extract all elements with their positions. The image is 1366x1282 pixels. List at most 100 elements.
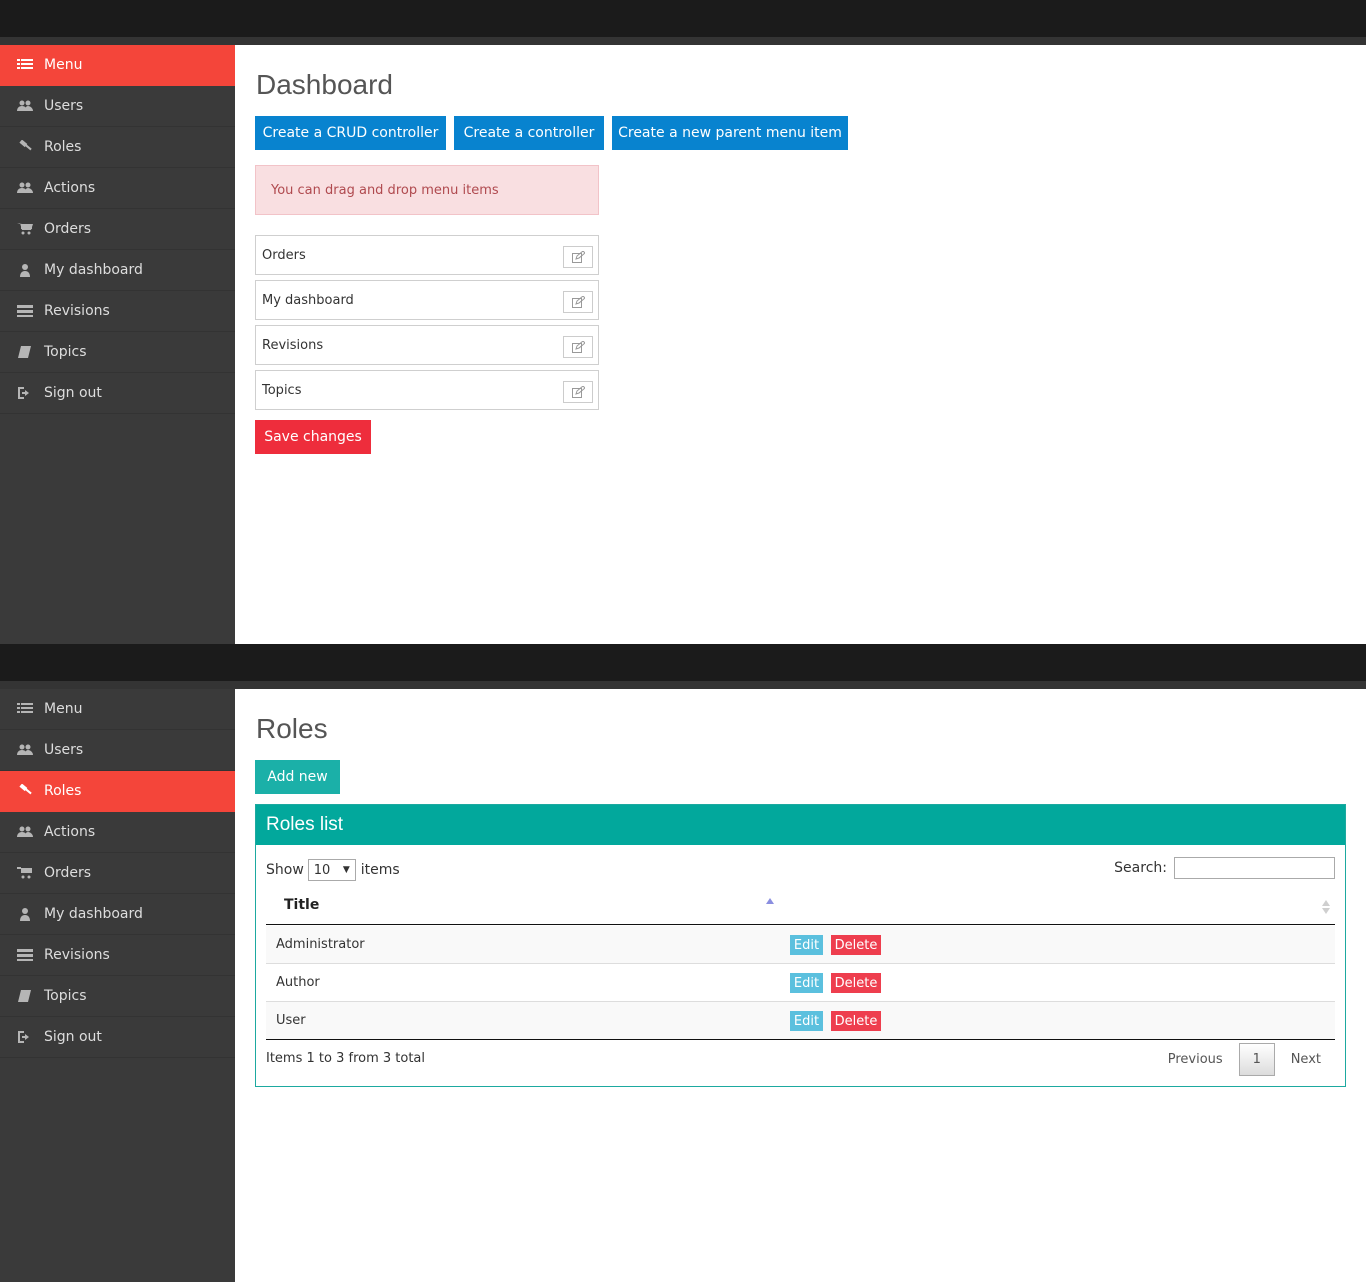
menu-item-topics[interactable]: Topics xyxy=(255,370,599,410)
column-title-header[interactable]: Title xyxy=(284,897,319,913)
delete-button[interactable]: Delete xyxy=(831,1011,881,1031)
list-icon xyxy=(16,57,34,73)
dashboard-screen: Menu Users Roles Actions Orders My dashb… xyxy=(0,0,1366,644)
menu-item-orders[interactable]: Orders xyxy=(255,235,599,275)
sidebar-item-orders[interactable]: Orders xyxy=(0,209,235,250)
sidebar-item-label: Orders xyxy=(44,865,92,881)
sidebar-item-revisions[interactable]: Revisions xyxy=(0,935,235,976)
add-new-button[interactable]: Add new xyxy=(255,760,340,794)
sidebar-item-label: My dashboard xyxy=(44,262,143,278)
sidebar-item-label: Users xyxy=(44,98,84,114)
save-changes-button[interactable]: Save changes xyxy=(255,420,371,454)
sort-ascending-icon[interactable] xyxy=(766,898,774,904)
sidebar-item-sign-out[interactable]: Sign out xyxy=(0,1017,235,1058)
main-content: Dashboard Create a CRUD controller Creat… xyxy=(235,45,1366,644)
user-icon xyxy=(16,262,34,278)
gavel-icon xyxy=(16,783,34,799)
table-footer-divider xyxy=(266,1039,1335,1040)
sidebar-item-label: Topics xyxy=(44,988,87,1004)
tasks-icon xyxy=(16,947,34,963)
menu-item-label: Topics xyxy=(262,382,302,398)
sidebar-item-actions[interactable]: Actions xyxy=(0,168,235,209)
users-icon xyxy=(16,742,34,758)
caret-down-icon: ▼ xyxy=(342,865,350,875)
page-length-value: 10 xyxy=(313,862,331,878)
roles-screen: Menu Users Roles Actions Orders My dashb… xyxy=(0,644,1366,1282)
edit-button[interactable]: Edit xyxy=(790,973,823,993)
page-length-control: Show 10 ▼ items xyxy=(266,859,400,881)
delete-button[interactable]: Delete xyxy=(831,935,881,955)
role-title: User xyxy=(276,1013,306,1028)
sidebar-item-label: Menu xyxy=(44,701,83,717)
search-label: Search: xyxy=(1114,860,1167,876)
sidebar-item-label: Menu xyxy=(44,57,83,73)
menu-item-revisions[interactable]: Revisions xyxy=(255,325,599,365)
users-icon xyxy=(16,98,34,114)
sidebar-item-users[interactable]: Users xyxy=(0,730,235,771)
previous-page-button[interactable]: Previous xyxy=(1152,1052,1239,1067)
create-crud-controller-button[interactable]: Create a CRUD controller xyxy=(255,116,446,150)
page-title: Roles xyxy=(256,713,328,744)
next-page-button[interactable]: Next xyxy=(1275,1052,1335,1067)
sidebar: Menu Users Roles Actions Orders My dashb… xyxy=(0,689,235,1282)
sidebar-item-my-dashboard[interactable]: My dashboard xyxy=(0,894,235,935)
create-parent-menu-item-button[interactable]: Create a new parent menu item xyxy=(612,116,848,150)
sidebar-item-menu[interactable]: Menu xyxy=(0,689,235,730)
user-icon xyxy=(16,906,34,922)
create-controller-button[interactable]: Create a controller xyxy=(454,116,604,150)
sidebar-item-label: Users xyxy=(44,742,84,758)
search-control: Search: xyxy=(1114,857,1335,879)
sidebar-item-label: Orders xyxy=(44,221,92,237)
edit-icon[interactable] xyxy=(563,246,593,268)
table-row: User Edit Delete xyxy=(266,1002,1335,1040)
sidebar-item-actions[interactable]: Actions xyxy=(0,812,235,853)
sidebar-item-roles[interactable]: Roles xyxy=(0,771,235,812)
sidebar-item-label: Roles xyxy=(44,783,82,799)
sidebar-item-topics[interactable]: Topics xyxy=(0,976,235,1017)
page-length-select[interactable]: 10 ▼ xyxy=(307,859,356,881)
tasks-icon xyxy=(16,303,34,319)
menu-item-label: Orders xyxy=(262,247,306,263)
sidebar-item-revisions[interactable]: Revisions xyxy=(0,291,235,332)
cart-icon xyxy=(16,865,34,881)
sort-both-icon[interactable] xyxy=(1322,900,1330,914)
edit-icon[interactable] xyxy=(563,336,593,358)
sidebar-item-my-dashboard[interactable]: My dashboard xyxy=(0,250,235,291)
sign-out-icon xyxy=(16,385,34,401)
sidebar-item-topics[interactable]: Topics xyxy=(0,332,235,373)
edit-icon[interactable] xyxy=(563,291,593,313)
sidebar-item-orders[interactable]: Orders xyxy=(0,853,235,894)
sidebar-item-menu[interactable]: Menu xyxy=(0,45,235,86)
roles-list-panel: Roles list Show 10 ▼ items Search: Title xyxy=(255,804,1346,1087)
roles-list-title: Roles list xyxy=(256,805,1345,845)
show-label: Show xyxy=(266,862,304,878)
sidebar-item-users[interactable]: Users xyxy=(0,86,235,127)
edit-button[interactable]: Edit xyxy=(790,1011,823,1031)
list-icon xyxy=(16,701,34,717)
page-number-button[interactable]: 1 xyxy=(1238,1043,1275,1076)
delete-button[interactable]: Delete xyxy=(831,973,881,993)
table-header: Title xyxy=(266,888,1335,925)
top-bar xyxy=(0,0,1366,45)
menu-item-label: My dashboard xyxy=(262,292,354,308)
top-bar xyxy=(0,644,1366,689)
edit-icon[interactable] xyxy=(563,381,593,403)
page-title: Dashboard xyxy=(256,69,393,100)
sidebar-item-label: Sign out xyxy=(44,1029,102,1045)
role-title: Author xyxy=(276,975,320,990)
sidebar-item-roles[interactable]: Roles xyxy=(0,127,235,168)
main-content: Roles Add new Roles list Show 10 ▼ items… xyxy=(235,689,1366,1282)
items-label: items xyxy=(360,862,400,878)
edit-button[interactable]: Edit xyxy=(790,935,823,955)
book-icon xyxy=(16,344,34,360)
table-row: Administrator Edit Delete xyxy=(266,926,1335,964)
menu-item-my-dashboard[interactable]: My dashboard xyxy=(255,280,599,320)
pagination: Previous 1 Next xyxy=(1152,1043,1335,1076)
search-input[interactable] xyxy=(1174,857,1335,879)
sidebar-item-label: My dashboard xyxy=(44,906,143,922)
sidebar-item-label: Sign out xyxy=(44,385,102,401)
book-icon xyxy=(16,988,34,1004)
sidebar-item-sign-out[interactable]: Sign out xyxy=(0,373,235,414)
sidebar-item-label: Revisions xyxy=(44,303,110,319)
sidebar-item-label: Actions xyxy=(44,180,96,196)
